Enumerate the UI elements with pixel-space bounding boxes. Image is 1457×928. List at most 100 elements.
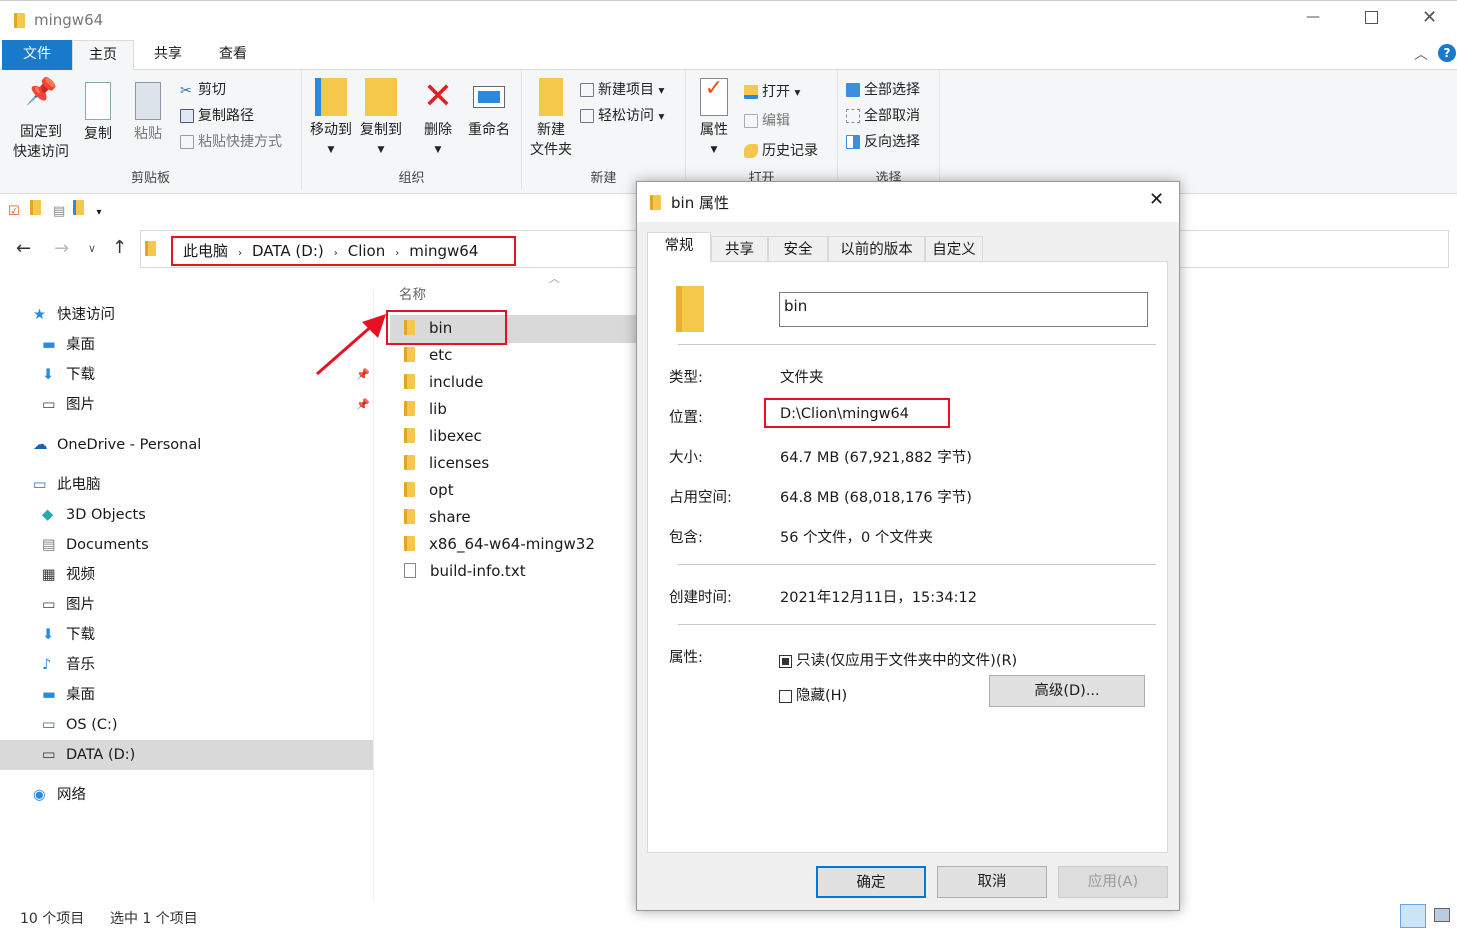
dialog-tab[interactable]: 以前的版本 <box>828 236 925 262</box>
delete-x-icon: ✕ <box>422 76 454 117</box>
sidebar-item[interactable]: ▭ DATA (D:) <box>0 740 373 770</box>
tab-file[interactable]: 文件 <box>2 40 72 70</box>
property-value: 56 个文件，0 个文件夹 <box>780 530 933 546</box>
delete-button[interactable]: ✕ 删除 ▼ <box>420 78 456 160</box>
new-folder-label: 新建 文件夹 <box>530 122 572 158</box>
properties-qat-icon[interactable]: ☑ <box>8 204 20 219</box>
sidebar-item[interactable]: ▤ Documents <box>0 530 373 560</box>
details-view-button[interactable] <box>1400 904 1426 928</box>
property-label: 大小: <box>669 450 703 466</box>
cut-button[interactable]: ✂ 剪切 <box>180 79 226 99</box>
file-name: lib <box>429 400 447 418</box>
sidebar-item-label: DATA (D:) <box>66 747 136 763</box>
sidebar-item-label: 下载 <box>66 367 95 383</box>
copy-button[interactable]: 复制 <box>80 82 116 144</box>
tab-view[interactable]: 查看 <box>203 40 263 70</box>
ok-button[interactable]: 确定 <box>816 866 926 898</box>
file-list-item[interactable]: libexec <box>400 427 482 445</box>
sidebar-item[interactable]: ▭ 图片 📌 <box>0 390 373 420</box>
file-list-item[interactable]: lib <box>400 400 447 418</box>
edit-qat-icon[interactable]: ▤ <box>53 204 65 219</box>
sidebar-item-label: 快速访问 <box>57 307 115 323</box>
properties-button[interactable]: ✓ 属性 ▼ <box>696 78 732 160</box>
sidebar-item[interactable]: ▬ 桌面 <box>0 680 373 710</box>
hidden-checkbox-box[interactable] <box>779 689 792 703</box>
column-header-name[interactable]: 名称 <box>399 283 426 303</box>
new-folder-button[interactable]: 新建 文件夹 <box>526 78 576 160</box>
collapse-ribbon-icon[interactable]: ︿ <box>1414 44 1428 64</box>
minimize-button[interactable]: — <box>1306 9 1320 25</box>
select-all-button[interactable]: 全部选择 <box>846 79 920 99</box>
cancel-button[interactable]: 取消 <box>937 866 1047 898</box>
sidebar-item[interactable]: ▦ 视频 <box>0 560 373 590</box>
dialog-tab[interactable]: 安全 <box>768 236 828 262</box>
cut-label: 剪切 <box>198 82 226 98</box>
apply-button[interactable]: 应用(A) <box>1058 866 1168 898</box>
advanced-button[interactable]: 高级(D)... <box>989 675 1145 707</box>
sidebar-item[interactable]: ▭ 图片 <box>0 590 373 620</box>
sidebar-item-label: OneDrive - Personal <box>57 437 202 453</box>
help-icon[interactable]: ? <box>1438 44 1456 62</box>
copy-to-icon <box>365 78 397 116</box>
readonly-checkbox-box[interactable] <box>779 654 792 668</box>
select-none-button[interactable]: 全部取消 <box>846 105 920 125</box>
dialog-tab[interactable]: 自定义 <box>925 236 983 262</box>
hidden-checkbox[interactable]: 隐藏(H) <box>779 684 847 705</box>
rename-button[interactable]: 重命名 <box>464 78 514 140</box>
copy-icon <box>85 82 111 120</box>
open-button[interactable]: 打开 ▾ <box>744 81 800 101</box>
sidebar-item[interactable]: ▭ OS (C:) <box>0 710 373 740</box>
rename-icon <box>473 86 505 108</box>
file-list-item[interactable]: build-info.txt <box>400 562 526 580</box>
sidebar-item-label: 音乐 <box>66 657 95 673</box>
dialog-tab[interactable]: 共享 <box>711 236 768 262</box>
copy-to-button[interactable]: 复制到 ▼ <box>357 78 405 160</box>
move-to-button[interactable]: 移动到 ▼ <box>308 78 354 160</box>
property-value: 文件夹 <box>780 370 824 386</box>
paste-button[interactable]: 粘贴 <box>128 82 168 144</box>
file-list-item[interactable]: licenses <box>400 454 489 472</box>
location-highlight-box <box>764 398 950 428</box>
customize-qat-icon[interactable]: ▾ <box>97 207 102 218</box>
sidebar-item[interactable]: ⬇ 下载 <box>0 620 373 650</box>
new-folder-qat-icon[interactable] <box>29 200 41 215</box>
sidebar-item[interactable]: ◆ 3D Objects <box>0 500 373 530</box>
easy-access-button[interactable]: 轻松访问 ▾ <box>580 105 664 125</box>
large-icons-view-button[interactable] <box>1434 908 1450 922</box>
up-button[interactable]: ↑ <box>112 237 127 258</box>
invert-selection-button[interactable]: 反向选择 <box>846 131 920 151</box>
open-qat-icon[interactable] <box>73 200 85 215</box>
readonly-checkbox[interactable]: 只读(仅应用于文件夹中的文件)(R) <box>779 649 1017 670</box>
file-list-item[interactable]: share <box>400 508 471 526</box>
sidebar-item-label: Documents <box>66 537 149 553</box>
file-list-item[interactable]: include <box>400 373 483 391</box>
general-tab-panel: bin 类型: 文件夹 位置: D:\Clion\mingw64 大小: 64.7 MB … <box>647 261 1168 853</box>
maximize-button[interactable] <box>1365 11 1378 24</box>
file-name: include <box>429 373 484 391</box>
tab-home[interactable]: 主页 <box>72 40 134 71</box>
file-list-item[interactable]: x86_64-w64-mingw32 <box>400 535 595 553</box>
sidebar-item[interactable]: ▭ 此电脑 <box>0 470 373 500</box>
history-button[interactable]: 历史记录 <box>744 140 818 160</box>
paste-shortcut-button[interactable]: 粘贴快捷方式 <box>180 131 282 151</box>
pin-quick-access-button[interactable]: 📌 固定到 快速访问 <box>8 79 74 162</box>
edit-button[interactable]: 编辑 <box>744 110 790 130</box>
dialog-title-bar: bin 属性 ✕ <box>637 182 1179 222</box>
file-list-item[interactable]: opt <box>400 481 454 499</box>
recent-locations-button[interactable]: ∨ <box>88 242 96 255</box>
file-list-item[interactable]: etc <box>400 346 452 364</box>
new-item-button[interactable]: 新建项目 ▾ <box>580 79 664 99</box>
sidebar-item[interactable]: ♪ 音乐 <box>0 650 373 680</box>
forward-button[interactable]: → <box>54 238 69 259</box>
property-label: 位置: <box>669 410 703 426</box>
sidebar-item[interactable]: ☁ OneDrive - Personal <box>0 430 373 460</box>
close-button[interactable]: ✕ <box>1422 7 1437 28</box>
back-button[interactable]: ← <box>16 238 31 259</box>
dialog-close-button[interactable]: ✕ <box>1149 189 1164 210</box>
folder-name-input[interactable]: bin <box>779 292 1148 327</box>
new-group: 新建 文件夹 新建项目 ▾ 轻松访问 ▾ 新建 <box>522 70 686 190</box>
tab-share[interactable]: 共享 <box>138 40 198 70</box>
copy-path-button[interactable]: 复制路径 <box>180 105 254 125</box>
sidebar-item[interactable]: ◉ 网络 <box>0 780 373 810</box>
dialog-tab[interactable]: 常规 <box>647 232 711 262</box>
